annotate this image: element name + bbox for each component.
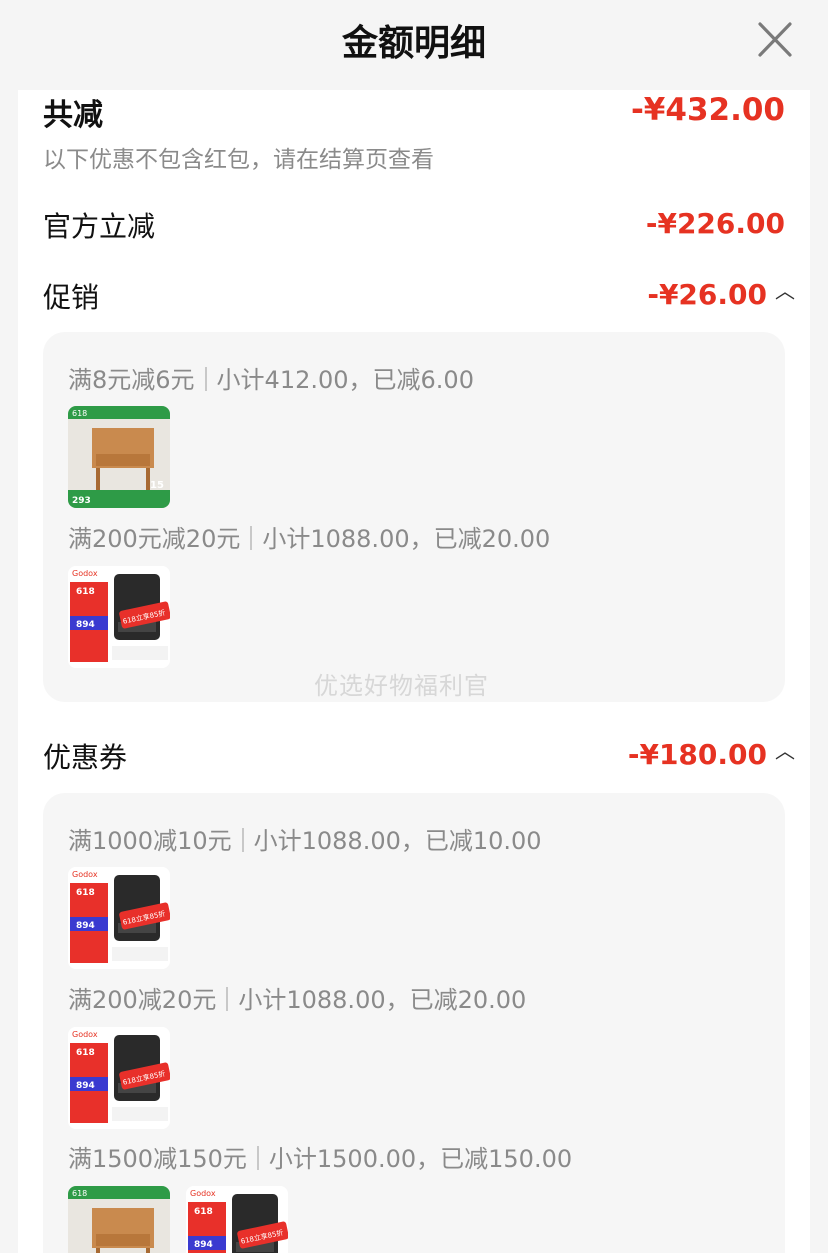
divider xyxy=(204,367,207,391)
product-thumbnail-flash[interactable]: Godox 618 894 618立享85折 xyxy=(68,1027,170,1129)
svg-text:894: 894 xyxy=(76,1081,95,1091)
product-thumbnail-side-table[interactable]: 618 293 15 xyxy=(68,1186,170,1253)
product-thumbnail-flash[interactable]: Godox 618 894 618立享85折 xyxy=(68,867,170,969)
sheet-header: 金额明细 xyxy=(0,0,828,90)
product-thumbnail-side-table[interactable]: 618 293 15 xyxy=(68,406,170,508)
promotion-amount: -¥26.00 xyxy=(647,278,767,311)
svg-text:618: 618 xyxy=(72,1189,87,1198)
rule-title: 满200减20元 xyxy=(68,986,217,1014)
total-discount-label: 共减 xyxy=(43,98,103,133)
coupon-rule-1: 满1000减10元 小计1088.00，已减10.00 xyxy=(68,821,542,856)
divider xyxy=(241,828,244,852)
watermark: 优选好物福利官 xyxy=(314,672,489,700)
side-table-icon: 618 293 15 xyxy=(68,406,170,508)
camera-flash-icon: Godox 618 894 618立享85折 xyxy=(68,867,170,969)
promotion-rule-2: 满200元减20元 小计1088.00，已减20.00 xyxy=(68,519,550,554)
rule-detail: 小计412.00，已减6.00 xyxy=(216,366,474,394)
product-thumbnail-flash[interactable]: Godox 618 894 618立享85折 xyxy=(186,1186,288,1253)
chevron-up-icon[interactable]: ︿ xyxy=(775,279,795,303)
camera-flash-icon: Godox 618 894 618立享85折 xyxy=(186,1186,288,1253)
svg-text:894: 894 xyxy=(76,921,95,931)
total-discount-amount: -¥432.00 xyxy=(630,92,785,128)
svg-text:293: 293 xyxy=(72,496,91,506)
promotion-label: 促销 xyxy=(43,281,100,314)
svg-text:894: 894 xyxy=(76,620,95,630)
svg-text:Godox: Godox xyxy=(72,1030,98,1039)
svg-text:Godox: Godox xyxy=(190,1189,216,1198)
coupon-label: 优惠券 xyxy=(43,741,128,774)
rule-title: 满1000减10元 xyxy=(68,827,232,855)
svg-text:618: 618 xyxy=(194,1207,213,1217)
camera-flash-icon: Godox 618 894 618立享85折 xyxy=(68,1027,170,1129)
page-title: 金额明细 xyxy=(341,23,486,64)
official-discount-label: 官方立减 xyxy=(43,210,156,243)
svg-text:618: 618 xyxy=(76,587,95,597)
rule-detail: 小计1088.00，已减20.00 xyxy=(262,525,551,553)
close-icon xyxy=(758,22,792,57)
discount-detail-panel: 共减 -¥432.00 以下优惠不包含红包，请在结算页查看 官方立减 -¥226… xyxy=(18,90,810,1253)
divider xyxy=(226,987,229,1011)
coupon-rule-3: 满1500减150元 小计1500.00，已减150.00 xyxy=(68,1139,572,1174)
rule-detail: 小计1500.00，已减150.00 xyxy=(268,1145,573,1173)
coupon-amount: -¥180.00 xyxy=(627,738,767,771)
promotion-card: 满8元减6元 小计412.00，已减6.00 618 293 15 满200元减2… xyxy=(43,332,785,702)
official-discount-amount: -¥226.00 xyxy=(645,207,785,240)
svg-text:618: 618 xyxy=(76,1048,95,1058)
svg-text:618: 618 xyxy=(76,888,95,898)
discount-note: 以下优惠不包含红包，请在结算页查看 xyxy=(43,147,434,173)
side-table-icon: 618 293 15 xyxy=(68,1186,170,1253)
camera-flash-icon: Godox 618 894 618立享85折 xyxy=(68,566,170,668)
coupon-rule-2: 满200减20元 小计1088.00，已减20.00 xyxy=(68,980,526,1015)
svg-text:Godox: Godox xyxy=(72,870,98,879)
promotion-rule-1: 满8元减6元 小计412.00，已减6.00 xyxy=(68,360,474,395)
rule-detail: 小计1088.00，已减20.00 xyxy=(238,986,527,1014)
rule-detail: 小计1088.00，已减10.00 xyxy=(253,827,542,855)
chevron-up-icon[interactable]: ︿ xyxy=(775,739,795,763)
svg-text:894: 894 xyxy=(194,1240,213,1250)
svg-text:618: 618 xyxy=(72,409,87,418)
rule-title: 满1500减150元 xyxy=(68,1145,247,1173)
rule-title: 满8元减6元 xyxy=(68,366,195,394)
divider xyxy=(256,1146,259,1170)
svg-text:Godox: Godox xyxy=(72,569,98,578)
divider xyxy=(250,526,253,550)
product-thumbnail-flash[interactable]: Godox 618 894 618立享85折 xyxy=(68,566,170,668)
coupon-card: 满1000减10元 小计1088.00，已减10.00 Godox 618 894… xyxy=(43,793,785,1253)
svg-text:15: 15 xyxy=(150,480,164,491)
rule-title: 满200元减20元 xyxy=(68,525,241,553)
close-button[interactable] xyxy=(754,20,796,60)
